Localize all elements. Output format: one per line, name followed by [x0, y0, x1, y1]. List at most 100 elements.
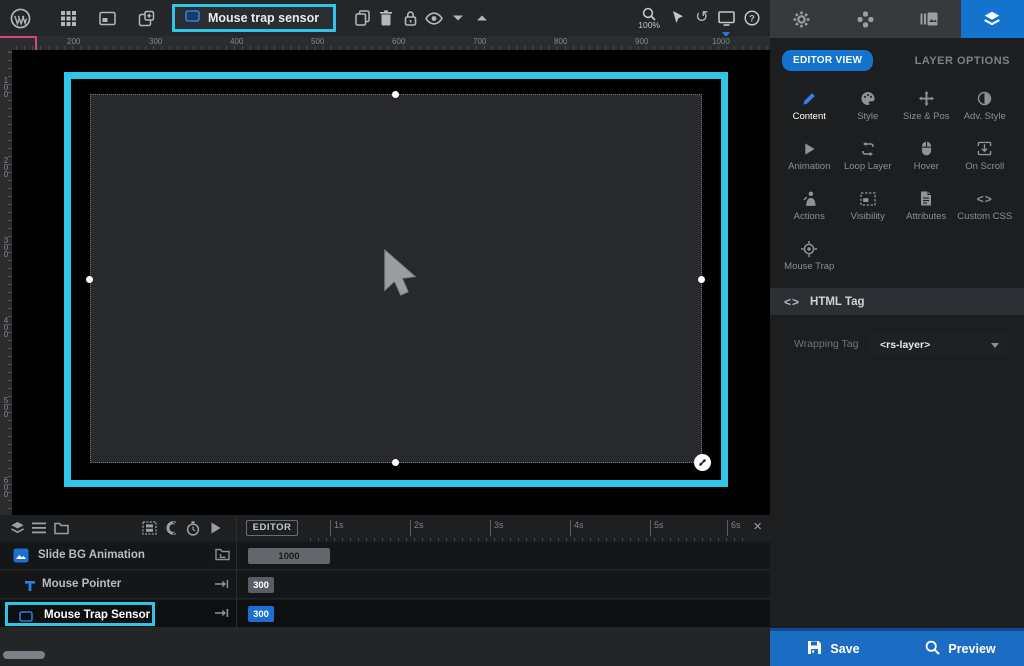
tab-module-options[interactable]: [770, 0, 834, 38]
option-mouse-trap[interactable]: Mouse Trap: [780, 236, 839, 276]
wrapping-tag-label: Wrapping Tag: [794, 338, 858, 350]
slide-canvas[interactable]: [12, 50, 770, 515]
action-hand-icon: [803, 191, 816, 207]
time-label: 5s: [650, 520, 664, 536]
wordpress-logo[interactable]: [8, 6, 32, 30]
h-ruler-label: 300: [149, 37, 162, 46]
h-ruler-label: 900: [635, 37, 648, 46]
folder-image-icon[interactable]: [215, 548, 230, 566]
tab-slide-options[interactable]: [897, 0, 961, 38]
grid-icon[interactable]: [56, 6, 80, 30]
layer-options-panel: EDITOR VIEW LAYER OPTIONS Content Style …: [770, 38, 1024, 628]
duration-badge[interactable]: 1000: [248, 548, 330, 564]
layers-icon[interactable]: [6, 518, 28, 538]
option-content[interactable]: Content: [780, 86, 839, 126]
contrast-icon: [977, 91, 992, 107]
storyboard-icon[interactable]: [138, 518, 160, 538]
ruler-origin-marker: [35, 36, 37, 50]
add-module-icon[interactable]: [134, 6, 158, 30]
pencil-icon: [802, 91, 817, 107]
option-actions[interactable]: Actions: [780, 186, 839, 226]
close-icon[interactable]: ×: [753, 518, 762, 535]
arrow-to-bar-icon[interactable]: [215, 577, 229, 595]
layer-shape-icon: [185, 9, 200, 27]
h-ruler-label: 400: [230, 37, 243, 46]
horizontal-ruler: 200 300 400 500 600 700 800 900 1000: [12, 36, 770, 50]
preview-button[interactable]: Preview: [897, 631, 1024, 666]
option-attributes[interactable]: Attributes: [897, 186, 956, 226]
option-adv-style[interactable]: Adv. Style: [956, 86, 1015, 126]
scroll-box-icon: [977, 141, 992, 157]
option-loop-layer[interactable]: Loop Layer: [839, 136, 898, 176]
document-icon: [920, 191, 932, 207]
h-ruler-label: 700: [473, 37, 486, 46]
html-tag-section-header[interactable]: <> HTML Tag: [770, 288, 1024, 315]
time-label: 4s: [570, 520, 584, 536]
display-icon[interactable]: [714, 6, 738, 30]
time-label: 3s: [490, 520, 504, 536]
palette-icon: [860, 91, 876, 107]
play-icon[interactable]: [204, 518, 226, 538]
resize-handle-left[interactable]: [86, 276, 93, 283]
duration-badge[interactable]: 300: [248, 577, 274, 593]
option-size-pos[interactable]: Size & Pos: [897, 86, 956, 126]
option-style[interactable]: Style: [839, 86, 898, 126]
option-visibility[interactable]: Visibility: [839, 186, 898, 226]
eye-icon[interactable]: [422, 6, 446, 30]
html-tag-title: HTML Tag: [810, 296, 865, 308]
panel-icon[interactable]: [95, 6, 119, 30]
image-layer-icon: [13, 548, 29, 568]
trash-icon[interactable]: [374, 6, 398, 30]
arrow-to-bar-icon[interactable]: [215, 606, 229, 624]
stopwatch-icon[interactable]: [182, 518, 204, 538]
help-icon[interactable]: ?: [740, 6, 764, 30]
top-toolbar: Mouse trap sensor 100% ↺: [0, 0, 770, 36]
duplicate-icon[interactable]: [350, 6, 374, 30]
zoom-control[interactable]: 100%: [638, 7, 660, 30]
arrow-cursor-icon: [374, 248, 420, 307]
code-icon: <>: [784, 295, 800, 309]
option-custom-css[interactable]: <> Custom CSS: [956, 186, 1015, 226]
layer-name: Mouse Pointer: [42, 578, 121, 590]
timeline-ruler[interactable]: 1s 2s 3s 4s 5s 6s: [308, 515, 744, 541]
timeline-editor-button[interactable]: EDITOR: [246, 520, 298, 536]
code-icon: <>: [977, 191, 993, 207]
layer-name: Mouse Trap Sensor: [44, 609, 150, 621]
horizontal-scrollbar[interactable]: [3, 651, 45, 659]
option-animation[interactable]: Animation: [780, 136, 839, 176]
timeline-row-mouse-trap-sensor[interactable]: Mouse Trap Sensor 300: [0, 600, 770, 628]
option-hover[interactable]: Hover: [897, 136, 956, 176]
chevron-up-icon[interactable]: [470, 6, 494, 30]
save-button[interactable]: Save: [770, 631, 897, 666]
pointer-icon[interactable]: [666, 6, 690, 30]
v-ruler-label: 300: [2, 237, 10, 258]
wrapping-tag-row: Wrapping Tag <rs-layer>: [770, 333, 1024, 357]
loop-icon: [860, 141, 876, 157]
magnet-icon[interactable]: [160, 518, 182, 538]
chevron-down-icon: [991, 343, 999, 348]
resize-handle-right[interactable]: [698, 276, 705, 283]
resize-handle-bottom[interactable]: [392, 459, 399, 466]
tab-addons[interactable]: [834, 0, 898, 38]
duration-badge[interactable]: 300: [248, 606, 274, 622]
diagonal-resize-icon[interactable]: [694, 454, 711, 471]
hamburger-icon[interactable]: [28, 518, 50, 538]
folder-icon[interactable]: [50, 518, 72, 538]
timeline-panel: EDITOR 1s 2s 3s 4s 5s 6s × Slide BG Anim…: [0, 515, 770, 666]
timeline-row-mouse-pointer[interactable]: Mouse Pointer 300: [0, 571, 770, 599]
undo-icon[interactable]: ↺: [690, 6, 714, 30]
tab-layer-options[interactable]: [961, 0, 1024, 38]
timeline-header: EDITOR 1s 2s 3s 4s 5s 6s ×: [0, 515, 770, 541]
lock-icon[interactable]: [398, 6, 422, 30]
resize-handle-top[interactable]: [392, 91, 399, 98]
play-icon: [803, 141, 816, 157]
panel-title: LAYER OPTIONS: [915, 55, 1010, 67]
chevron-down-icon[interactable]: [446, 6, 470, 30]
option-on-scroll[interactable]: On Scroll: [956, 136, 1015, 176]
selected-layer-name-box[interactable]: Mouse trap sensor: [172, 4, 336, 32]
timeline-row-slide-bg[interactable]: Slide BG Animation 1000: [0, 542, 770, 570]
wrapping-tag-select[interactable]: <rs-layer>: [868, 333, 1008, 357]
layer-options-grid: Content Style Size & Pos Adv. Style Anim…: [780, 86, 1014, 276]
editor-view-button[interactable]: EDITOR VIEW: [782, 50, 873, 71]
highlighted-layer-label-box[interactable]: Mouse Trap Sensor: [5, 602, 155, 626]
